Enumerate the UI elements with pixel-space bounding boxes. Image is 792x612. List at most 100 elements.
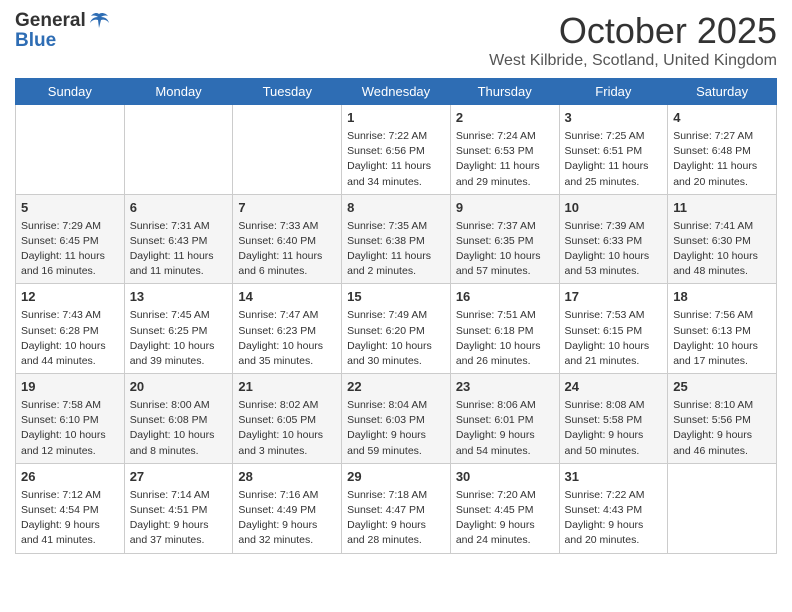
day-info: Sunrise: 8:06 AM: [456, 398, 554, 413]
day-info: Sunrise: 8:00 AM: [130, 398, 228, 413]
day-number: 18: [673, 288, 771, 307]
day-number: 21: [238, 378, 336, 397]
day-info: Daylight: 11 hours and 6 minutes.: [238, 249, 336, 279]
day-info: Daylight: 11 hours and 11 minutes.: [130, 249, 228, 279]
day-info: Sunrise: 7:12 AM: [21, 488, 119, 503]
calendar-cell: 7Sunrise: 7:33 AMSunset: 6:40 PMDaylight…: [233, 194, 342, 284]
calendar-cell: 26Sunrise: 7:12 AMSunset: 4:54 PMDayligh…: [16, 463, 125, 553]
day-info: Sunrise: 7:22 AM: [347, 129, 445, 144]
day-info: Daylight: 9 hours and 24 minutes.: [456, 518, 554, 548]
day-info: Sunset: 6:15 PM: [565, 324, 663, 339]
calendar-cell: 3Sunrise: 7:25 AMSunset: 6:51 PMDaylight…: [559, 105, 668, 195]
col-sunday: Sunday: [16, 79, 125, 105]
calendar-table: Sunday Monday Tuesday Wednesday Thursday…: [15, 78, 777, 554]
day-number: 2: [456, 109, 554, 128]
day-info: Sunrise: 7:51 AM: [456, 308, 554, 323]
day-info: Sunrise: 7:43 AM: [21, 308, 119, 323]
header: General Blue October 2025 West Kilbride,…: [15, 10, 777, 70]
calendar-cell: 27Sunrise: 7:14 AMSunset: 4:51 PMDayligh…: [124, 463, 233, 553]
day-info: Daylight: 11 hours and 20 minutes.: [673, 159, 771, 189]
calendar-week-1: 1Sunrise: 7:22 AMSunset: 6:56 PMDaylight…: [16, 105, 777, 195]
day-info: Sunset: 6:23 PM: [238, 324, 336, 339]
day-info: Sunrise: 7:24 AM: [456, 129, 554, 144]
calendar-cell: 30Sunrise: 7:20 AMSunset: 4:45 PMDayligh…: [450, 463, 559, 553]
day-info: Sunrise: 8:04 AM: [347, 398, 445, 413]
col-thursday: Thursday: [450, 79, 559, 105]
day-info: Sunset: 4:49 PM: [238, 503, 336, 518]
col-saturday: Saturday: [668, 79, 777, 105]
day-number: 30: [456, 468, 554, 487]
header-row: Sunday Monday Tuesday Wednesday Thursday…: [16, 79, 777, 105]
day-number: 3: [565, 109, 663, 128]
day-info: Sunrise: 8:10 AM: [673, 398, 771, 413]
day-info: Sunrise: 7:20 AM: [456, 488, 554, 503]
calendar-cell: 15Sunrise: 7:49 AMSunset: 6:20 PMDayligh…: [342, 284, 451, 374]
day-number: 27: [130, 468, 228, 487]
day-info: Sunset: 6:35 PM: [456, 234, 554, 249]
day-info: Sunrise: 7:14 AM: [130, 488, 228, 503]
calendar-cell: 16Sunrise: 7:51 AMSunset: 6:18 PMDayligh…: [450, 284, 559, 374]
day-info: Daylight: 9 hours and 20 minutes.: [565, 518, 663, 548]
day-number: 28: [238, 468, 336, 487]
day-info: Daylight: 10 hours and 21 minutes.: [565, 339, 663, 369]
calendar-cell: 28Sunrise: 7:16 AMSunset: 4:49 PMDayligh…: [233, 463, 342, 553]
day-info: Daylight: 9 hours and 41 minutes.: [21, 518, 119, 548]
day-info: Sunrise: 7:41 AM: [673, 219, 771, 234]
calendar-cell: 22Sunrise: 8:04 AMSunset: 6:03 PMDayligh…: [342, 374, 451, 464]
day-info: Sunset: 6:53 PM: [456, 144, 554, 159]
day-info: Daylight: 11 hours and 34 minutes.: [347, 159, 445, 189]
logo: General Blue: [15, 10, 110, 53]
calendar-cell: 8Sunrise: 7:35 AMSunset: 6:38 PMDaylight…: [342, 194, 451, 284]
day-number: 23: [456, 378, 554, 397]
day-info: Sunset: 6:20 PM: [347, 324, 445, 339]
day-number: 8: [347, 199, 445, 218]
day-number: 22: [347, 378, 445, 397]
day-info: Sunset: 6:40 PM: [238, 234, 336, 249]
day-info: Sunset: 6:28 PM: [21, 324, 119, 339]
calendar-cell: [16, 105, 125, 195]
day-info: Daylight: 9 hours and 50 minutes.: [565, 428, 663, 458]
calendar-cell: 13Sunrise: 7:45 AMSunset: 6:25 PMDayligh…: [124, 284, 233, 374]
day-info: Daylight: 9 hours and 32 minutes.: [238, 518, 336, 548]
day-info: Sunrise: 7:25 AM: [565, 129, 663, 144]
calendar-cell: 12Sunrise: 7:43 AMSunset: 6:28 PMDayligh…: [16, 284, 125, 374]
day-info: Daylight: 10 hours and 12 minutes.: [21, 428, 119, 458]
day-info: Sunrise: 7:35 AM: [347, 219, 445, 234]
day-number: 31: [565, 468, 663, 487]
calendar-cell: 20Sunrise: 8:00 AMSunset: 6:08 PMDayligh…: [124, 374, 233, 464]
day-info: Sunset: 6:01 PM: [456, 413, 554, 428]
day-info: Daylight: 10 hours and 3 minutes.: [238, 428, 336, 458]
day-number: 5: [21, 199, 119, 218]
day-info: Sunset: 6:56 PM: [347, 144, 445, 159]
day-info: Daylight: 9 hours and 37 minutes.: [130, 518, 228, 548]
day-info: Sunrise: 7:22 AM: [565, 488, 663, 503]
day-number: 25: [673, 378, 771, 397]
day-info: Sunset: 6:10 PM: [21, 413, 119, 428]
day-info: Sunrise: 7:18 AM: [347, 488, 445, 503]
calendar-week-5: 26Sunrise: 7:12 AMSunset: 4:54 PMDayligh…: [16, 463, 777, 553]
calendar-cell: 1Sunrise: 7:22 AMSunset: 6:56 PMDaylight…: [342, 105, 451, 195]
day-info: Sunset: 4:43 PM: [565, 503, 663, 518]
calendar-cell: 5Sunrise: 7:29 AMSunset: 6:45 PMDaylight…: [16, 194, 125, 284]
calendar-cell: 24Sunrise: 8:08 AMSunset: 5:58 PMDayligh…: [559, 374, 668, 464]
calendar-cell: 9Sunrise: 7:37 AMSunset: 6:35 PMDaylight…: [450, 194, 559, 284]
day-info: Sunrise: 7:16 AM: [238, 488, 336, 503]
day-info: Sunset: 6:08 PM: [130, 413, 228, 428]
calendar-cell: 31Sunrise: 7:22 AMSunset: 4:43 PMDayligh…: [559, 463, 668, 553]
day-info: Sunrise: 7:37 AM: [456, 219, 554, 234]
calendar-cell: 4Sunrise: 7:27 AMSunset: 6:48 PMDaylight…: [668, 105, 777, 195]
day-info: Daylight: 9 hours and 59 minutes.: [347, 428, 445, 458]
day-info: Sunrise: 7:31 AM: [130, 219, 228, 234]
day-info: Sunrise: 7:58 AM: [21, 398, 119, 413]
day-info: Sunset: 6:43 PM: [130, 234, 228, 249]
day-number: 16: [456, 288, 554, 307]
day-info: Daylight: 10 hours and 17 minutes.: [673, 339, 771, 369]
day-number: 6: [130, 199, 228, 218]
col-monday: Monday: [124, 79, 233, 105]
day-number: 29: [347, 468, 445, 487]
day-info: Sunset: 4:45 PM: [456, 503, 554, 518]
calendar-cell: 25Sunrise: 8:10 AMSunset: 5:56 PMDayligh…: [668, 374, 777, 464]
calendar-cell: 17Sunrise: 7:53 AMSunset: 6:15 PMDayligh…: [559, 284, 668, 374]
day-info: Sunset: 5:56 PM: [673, 413, 771, 428]
day-number: 9: [456, 199, 554, 218]
